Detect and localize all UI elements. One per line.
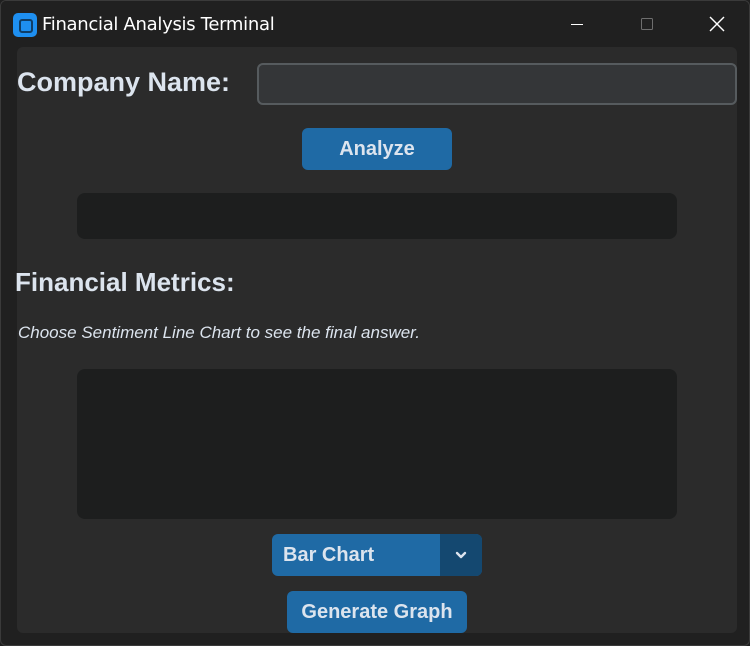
chart-hint-text: Choose Sentiment Line Chart to see the f… — [18, 323, 420, 342]
company-name-input[interactable] — [257, 63, 737, 105]
chart-type-selected: Bar Chart — [283, 544, 375, 566]
financial-metrics-heading: Financial Metrics: — [15, 267, 235, 297]
analyze-button[interactable]: Analyze — [302, 128, 452, 170]
dropdown-arrow-button[interactable] — [440, 534, 482, 576]
financial-metrics-textbox[interactable] — [77, 369, 677, 519]
title-bar[interactable]: Financial Analysis Terminal — [1, 1, 749, 47]
maximize-button[interactable] — [612, 1, 682, 47]
app-window: Financial Analysis Terminal Company Name… — [0, 0, 750, 646]
generate-graph-button[interactable]: Generate Graph — [287, 591, 467, 633]
company-name-label: Company Name: — [17, 67, 231, 97]
close-icon — [709, 16, 725, 32]
main-panel: Company Name: Analyze Financial Metrics:… — [15, 47, 737, 633]
analysis-result-box[interactable] — [77, 193, 677, 239]
chart-type-dropdown[interactable]: Bar Chart — [272, 534, 482, 576]
window-title: Financial Analysis Terminal — [42, 14, 275, 35]
app-icon — [13, 13, 37, 37]
chevron-down-icon — [455, 551, 467, 559]
minimize-button[interactable] — [542, 1, 612, 47]
maximize-icon — [641, 18, 653, 30]
minimize-icon — [571, 24, 583, 25]
close-button[interactable] — [682, 1, 749, 47]
